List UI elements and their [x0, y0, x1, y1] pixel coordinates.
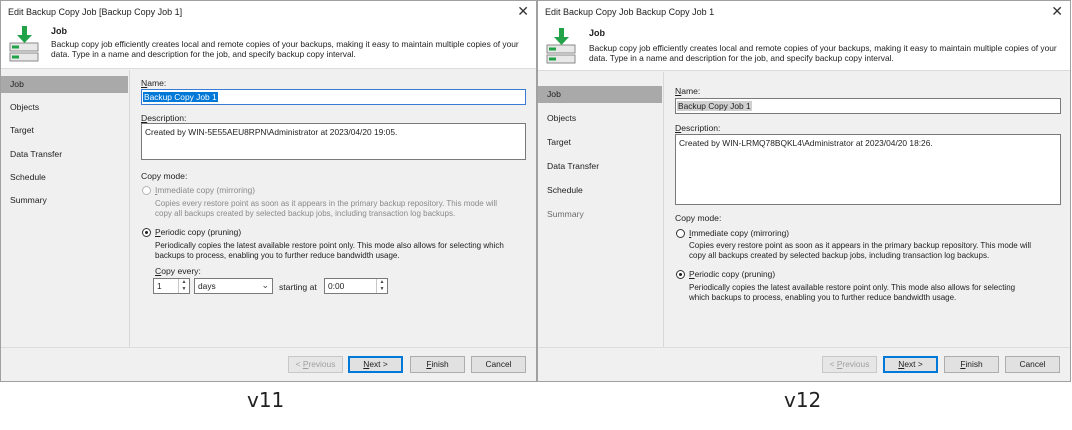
- name-value: Backup Copy Job 1: [143, 92, 218, 102]
- periodic-copy-radio[interactable]: [142, 228, 151, 237]
- name-label: Name:: [675, 86, 701, 96]
- finish-button[interactable]: Finish: [410, 356, 465, 373]
- starting-at-value: 0:00: [328, 281, 345, 291]
- previous-button[interactable]: < Previous: [288, 356, 343, 373]
- stepper-down-icon[interactable]: ▼: [377, 286, 387, 293]
- stepper-up-icon[interactable]: ▲: [377, 279, 387, 286]
- copy-every-unit-value: days: [198, 281, 216, 291]
- window-title: Edit Backup Copy Job Backup Copy Job 1: [545, 7, 715, 17]
- periodic-desc-line-1: Periodically copies the latest available…: [155, 241, 504, 250]
- copy-mode-label: Copy mode:: [675, 213, 722, 223]
- immediate-desc-line-1: Copies every restore point as soon as it…: [155, 199, 498, 208]
- stepper-up-icon[interactable]: ▲: [179, 279, 189, 286]
- description-textarea[interactable]: Created by WIN-LRMQ78BQKL4\Administrator…: [675, 134, 1061, 205]
- wizard-header: Job Backup copy job efficiently creates …: [1, 23, 536, 69]
- immediate-copy-description: Copies every restore point as soon as it…: [155, 199, 497, 219]
- nav-item-objects[interactable]: Objects: [1, 99, 128, 116]
- next-button[interactable]: Next >: [348, 356, 403, 373]
- step-description-line-1: Backup copy job efficiently creates loca…: [589, 43, 1057, 53]
- title-bar: Edit Backup Copy Job Backup Copy Job 1 ✕: [538, 1, 1070, 23]
- periodic-copy-label: Periodic copy (pruning): [155, 227, 242, 237]
- periodic-copy-label: Periodic copy (pruning): [689, 269, 776, 279]
- name-input[interactable]: Backup Copy Job 1: [141, 89, 526, 105]
- name-input[interactable]: Backup Copy Job 1: [675, 98, 1061, 114]
- caption-v12: v12: [784, 388, 822, 412]
- comparison-stage: Edit Backup Copy Job [Backup Copy Job 1]…: [0, 0, 1072, 430]
- title-bar: Edit Backup Copy Job [Backup Copy Job 1]…: [1, 1, 536, 23]
- window-title: Edit Backup Copy Job [Backup Copy Job 1]: [8, 7, 183, 17]
- description-label: Description:: [141, 113, 187, 123]
- periodic-copy-description: Periodically copies the latest available…: [689, 283, 1015, 303]
- cancel-button[interactable]: Cancel: [1005, 356, 1060, 373]
- wizard-nav: Job Objects Target Data Transfer Schedul…: [1, 70, 130, 347]
- periodic-desc-line-2: which backups to process, enabling you t…: [689, 293, 957, 302]
- immediate-desc-line-2: copy all backups created by selected bac…: [155, 209, 456, 218]
- backup-copy-job-icon: [9, 26, 39, 62]
- nav-item-data-transfer[interactable]: Data Transfer: [1, 146, 128, 163]
- nav-item-objects[interactable]: Objects: [538, 110, 662, 127]
- caption-v11: v11: [247, 388, 285, 412]
- copy-mode-label: Copy mode:: [141, 171, 188, 181]
- next-button[interactable]: Next >: [883, 356, 938, 373]
- immediate-copy-description: Copies every restore point as soon as it…: [689, 241, 1031, 261]
- description-textarea[interactable]: Created by WIN-5E55AEU8RPN\Administrator…: [141, 123, 526, 160]
- copy-every-label: Copy every:: [155, 266, 201, 276]
- description-value: Created by WIN-5E55AEU8RPN\Administrator…: [145, 127, 398, 137]
- wizard-header: Job Backup copy job efficiently creates …: [538, 23, 1070, 71]
- nav-item-job[interactable]: Job: [538, 86, 662, 103]
- step-description: Backup copy job efficiently creates loca…: [589, 43, 1057, 63]
- previous-button[interactable]: < Previous: [822, 356, 877, 373]
- step-description: Backup copy job efficiently creates loca…: [51, 39, 519, 59]
- nav-item-target[interactable]: Target: [538, 134, 662, 151]
- nav-item-schedule[interactable]: Schedule: [538, 182, 662, 199]
- step-description-line-2: data. Type in a name and description for…: [51, 49, 356, 59]
- nav-item-job[interactable]: Job: [1, 76, 128, 93]
- button-bar: < Previous Next > Finish Cancel: [1, 347, 536, 381]
- cancel-button[interactable]: Cancel: [471, 356, 526, 373]
- immediate-desc-line-1: Copies every restore point as soon as it…: [689, 241, 1032, 250]
- backup-copy-job-icon: [546, 28, 576, 64]
- description-label: Description:: [675, 123, 721, 133]
- close-icon[interactable]: ✕: [517, 4, 529, 18]
- stepper-arrows[interactable]: ▲ ▼: [376, 279, 387, 293]
- immediate-copy-label: Immediate copy (mirroring): [689, 228, 790, 238]
- nav-item-summary[interactable]: Summary: [538, 206, 662, 223]
- immediate-copy-radio[interactable]: [676, 229, 685, 238]
- close-icon[interactable]: ✕: [1051, 4, 1063, 18]
- copy-every-stepper[interactable]: 1 ▲ ▼: [153, 278, 190, 294]
- finish-button[interactable]: Finish: [944, 356, 999, 373]
- stepper-down-icon[interactable]: ▼: [179, 286, 189, 293]
- step-description-line-1: Backup copy job efficiently creates loca…: [51, 39, 519, 49]
- nav-item-schedule[interactable]: Schedule: [1, 169, 128, 186]
- immediate-desc-line-2: copy all backups created by selected bac…: [689, 251, 990, 260]
- step-title: Job: [589, 28, 606, 38]
- chevron-down-icon: ⌄: [261, 280, 269, 290]
- periodic-desc-line-2: backups to process, enabling you to furt…: [155, 251, 400, 260]
- nav-item-summary[interactable]: Summary: [1, 192, 128, 209]
- name-value: Backup Copy Job 1: [677, 101, 752, 111]
- description-value: Created by WIN-LRMQ78BQKL4\Administrator…: [679, 138, 933, 148]
- copy-every-value: 1: [157, 281, 162, 291]
- stepper-arrows[interactable]: ▲ ▼: [178, 279, 189, 293]
- immediate-copy-label: Immediate copy (mirroring): [155, 185, 256, 195]
- wizard-nav: Job Objects Target Data Transfer Schedul…: [538, 72, 664, 347]
- step-description-line-2: data. Type in a name and description for…: [589, 53, 894, 63]
- periodic-copy-radio[interactable]: [676, 270, 685, 279]
- button-bar: < Previous Next > Finish Cancel: [538, 347, 1070, 381]
- periodic-desc-line-1: Periodically copies the latest available…: [689, 283, 1016, 292]
- starting-at-label: starting at: [279, 282, 317, 292]
- dialog-v11: Edit Backup Copy Job [Backup Copy Job 1]…: [0, 0, 537, 382]
- dialog-v12: Edit Backup Copy Job Backup Copy Job 1 ✕…: [537, 0, 1071, 382]
- starting-at-stepper[interactable]: 0:00 ▲ ▼: [324, 278, 388, 294]
- periodic-copy-description: Periodically copies the latest available…: [155, 241, 504, 261]
- name-label: Name:: [141, 78, 167, 88]
- nav-item-target[interactable]: Target: [1, 122, 128, 139]
- copy-every-unit-select[interactable]: days ⌄: [194, 278, 273, 294]
- immediate-copy-radio[interactable]: [142, 186, 151, 195]
- step-title: Job: [51, 26, 68, 36]
- nav-item-data-transfer[interactable]: Data Transfer: [538, 158, 662, 175]
